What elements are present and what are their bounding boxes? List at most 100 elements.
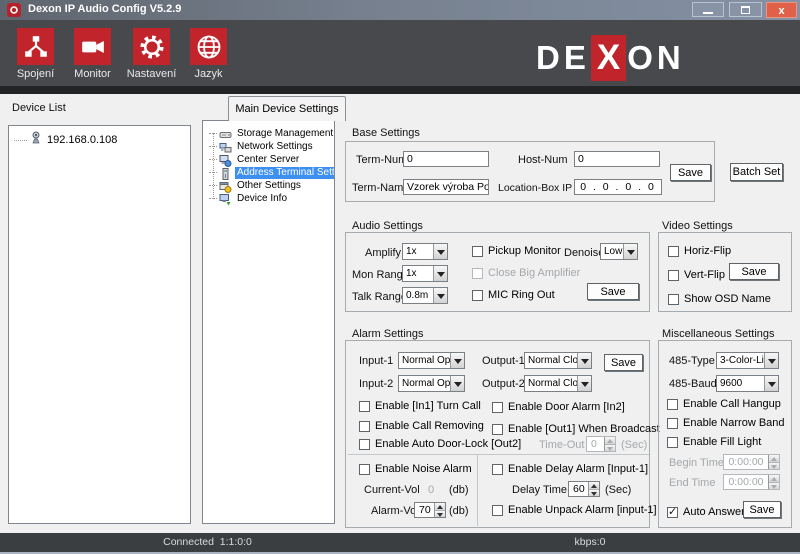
dropdown-arrow-icon[interactable] <box>577 376 591 391</box>
time-out-label: Time-Out <box>539 439 584 451</box>
dropdown-arrow-icon[interactable] <box>764 376 778 391</box>
checkbox-box <box>492 402 503 413</box>
dropdown-arrow-icon[interactable] <box>623 244 637 259</box>
dropdown-arrow-icon[interactable] <box>577 353 591 368</box>
batch-set-button[interactable]: Batch Set <box>730 163 783 181</box>
enable-in1-turn-call-checkbox[interactable]: Enable [In1] Turn Call <box>359 400 481 412</box>
amplify-select[interactable]: 1x <box>402 243 448 260</box>
alarm-vol-unit: (db) <box>449 505 469 517</box>
tree-connector <box>209 198 217 199</box>
denoise-label: Denoise <box>564 247 604 259</box>
denoise-select[interactable]: Low <box>600 243 638 260</box>
enable-out1-when-broadcast-checkbox[interactable]: Enable [Out1] When Broadcast <box>492 423 660 435</box>
dropdown-arrow-icon[interactable] <box>764 353 778 368</box>
toolbar-button-label: Jazyk <box>194 68 222 80</box>
alarm-settings-title: Alarm Settings <box>352 328 424 340</box>
begin-time-spinner: 0:00:00 <box>723 454 780 470</box>
talk-range-select[interactable]: 0.8m <box>402 287 448 304</box>
enable-auto-door-lock-checkbox[interactable]: Enable Auto Door-Lock [Out2] <box>359 438 521 450</box>
current-vol-label: Current-Vol <box>364 484 420 496</box>
host-num-input[interactable]: 0 <box>574 151 660 167</box>
mic-ring-out-checkbox[interactable]: MIC Ring Out <box>472 289 555 301</box>
host-num-label: Host-Num <box>518 154 568 166</box>
dropdown-arrow-icon[interactable] <box>433 244 447 259</box>
end-time-spinner: 0:00:00 <box>723 474 780 490</box>
pickup-monitor-checkbox[interactable]: Pickup Monitor <box>472 245 561 257</box>
status-bar: Connected 1:1:0:0 kbps:0 <box>0 533 800 552</box>
spin-up-icon <box>769 475 779 483</box>
toolbar-button-language[interactable]: Jazyk <box>190 28 227 80</box>
enable-narrow-band-checkbox[interactable]: Enable Narrow Band <box>667 417 785 429</box>
dropdown-arrow-icon[interactable] <box>450 353 464 368</box>
dropdown-arrow-icon[interactable] <box>450 376 464 391</box>
app-window: Dexon IP Audio Config V5.2.9 Spojení Mon… <box>0 0 800 554</box>
audio-save-button[interactable]: Save <box>587 283 639 300</box>
enable-call-hangup-checkbox[interactable]: Enable Call Hangup <box>667 398 781 410</box>
output1-select[interactable]: Normal Close <box>524 352 592 369</box>
tree-item-other-settings[interactable]: Other Settings <box>209 179 303 192</box>
current-vol-unit: (db) <box>449 484 469 496</box>
485-type-select[interactable]: 3-Color-Light <box>716 352 779 369</box>
checkbox-label: Auto Answer <box>683 506 745 518</box>
video-save-button[interactable]: Save <box>729 263 779 280</box>
tree-connector <box>14 140 27 141</box>
enable-delay-alarm-checkbox[interactable]: Enable Delay Alarm [Input-1] <box>492 463 648 475</box>
show-osd-name-checkbox[interactable]: Show OSD Name <box>668 293 771 305</box>
dexon-logo: DE X ON <box>536 35 685 81</box>
close-button[interactable] <box>766 2 797 18</box>
spinner-arrows[interactable] <box>434 503 445 517</box>
spin-up-icon <box>589 482 599 490</box>
network-icon <box>17 28 54 65</box>
term-name-input[interactable]: Vzorek výroba PoE + a <box>403 179 489 195</box>
misc-save-button[interactable]: Save <box>743 501 781 518</box>
term-num-input[interactable]: 0 <box>403 151 489 167</box>
enable-call-removing-checkbox[interactable]: Enable Call Removing <box>359 420 484 432</box>
spinner-arrows[interactable] <box>588 482 599 496</box>
checkbox-box <box>492 464 503 475</box>
output2-select[interactable]: Normal Close <box>524 375 592 392</box>
toolbar-button-monitor[interactable]: Monitor <box>74 28 111 80</box>
horiz-flip-checkbox[interactable]: Horiz-Flip <box>668 245 731 257</box>
base-save-button[interactable]: Save <box>670 164 711 181</box>
enable-noise-alarm-checkbox[interactable]: Enable Noise Alarm <box>359 463 472 475</box>
tree-connector <box>209 133 217 134</box>
tab-main-device-settings[interactable]: Main Device Settings <box>228 96 346 121</box>
enable-fill-light-checkbox[interactable]: Enable Fill Light <box>667 436 761 448</box>
mon-range-select[interactable]: 1x <box>402 265 448 282</box>
delay-time-value: 60 <box>569 482 588 496</box>
dropdown-arrow-icon[interactable] <box>433 266 447 281</box>
485-baud-select[interactable]: 9600 <box>716 375 779 392</box>
input1-select[interactable]: Normal Open <box>398 352 465 369</box>
checkbox-box <box>668 270 679 281</box>
auto-answer-checkbox[interactable]: Auto Answer <box>667 506 745 518</box>
toolbar-divider <box>0 86 800 94</box>
device-list-panel: 192.168.0.108 <box>8 125 191 524</box>
checkbox-label: Enable Call Removing <box>375 420 484 432</box>
term-name-label: Term-Name <box>352 182 409 194</box>
checkbox-box <box>492 424 503 435</box>
tree-item-address-terminal-settings[interactable]: Address Terminal Settings <box>209 166 335 179</box>
title-bar[interactable]: Dexon IP Audio Config V5.2.9 <box>0 0 800 20</box>
485-baud-label: 485-Baud <box>669 378 717 390</box>
input2-select[interactable]: Normal Open <box>398 375 465 392</box>
alarm-vol-spinner[interactable]: 70 <box>414 502 446 518</box>
delay-time-spinner[interactable]: 60 <box>568 481 600 497</box>
enable-unpack-alarm-checkbox[interactable]: Enable Unpack Alarm [input-1] <box>492 504 657 516</box>
vert-flip-checkbox[interactable]: Vert-Flip <box>668 269 725 281</box>
toolbar-button-settings[interactable]: Nastavení <box>133 28 170 80</box>
toolbar-button-label: Monitor <box>74 68 111 80</box>
tree-item-device-info[interactable]: Device Info <box>209 192 289 205</box>
location-box-ip-input[interactable]: 0 . 0 . 0 . 0 <box>574 179 662 195</box>
device-list-item[interactable]: 192.168.0.108 <box>14 131 117 149</box>
tree-item-center-server[interactable]: Center Server <box>209 153 301 166</box>
maximize-button[interactable] <box>729 2 762 17</box>
checkbox-label: Enable Call Hangup <box>683 398 781 410</box>
minimize-button[interactable] <box>692 2 724 17</box>
dropdown-arrow-icon[interactable] <box>433 288 447 303</box>
tree-item-network-settings[interactable]: Network Settings <box>209 140 315 153</box>
enable-door-alarm-checkbox[interactable]: Enable Door Alarm [In2] <box>492 401 625 413</box>
alarm-save-button[interactable]: Save <box>604 354 643 371</box>
toolbar-button-connection[interactable]: Spojení <box>17 28 54 80</box>
globe-icon <box>190 28 227 65</box>
tree-item-storage-management[interactable]: Storage Management <box>209 127 335 140</box>
